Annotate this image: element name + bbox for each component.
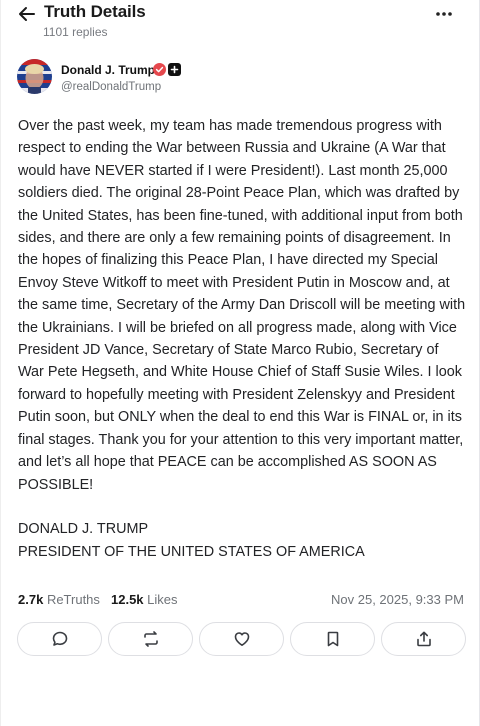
- replies-count: 1101 replies: [43, 25, 108, 39]
- post-body: Over the past week, my team has made tre…: [18, 115, 466, 563]
- more-horizontal-icon: [436, 12, 452, 16]
- retruths-stat[interactable]: 2.7k ReTruths: [18, 592, 100, 607]
- like-button[interactable]: [199, 622, 284, 656]
- bookmark-icon: [327, 631, 338, 647]
- signature-line-2: PRESIDENT OF THE UNITED STATES OF AMERIC…: [18, 543, 365, 560]
- share-button[interactable]: [381, 622, 466, 656]
- back-button[interactable]: [16, 3, 38, 25]
- retruths-label: ReTruths: [46, 592, 100, 607]
- plus-badge-icon: [168, 63, 181, 76]
- author-handle[interactable]: @realDonaldTrump: [61, 81, 161, 93]
- signature-line-1: DONALD J. TRUMP: [18, 521, 149, 538]
- share-icon: [416, 631, 431, 647]
- more-options-button[interactable]: [433, 4, 455, 24]
- heart-icon: [234, 632, 249, 646]
- author-name[interactable]: Donald J. Trump: [61, 63, 155, 77]
- action-bar: [17, 622, 467, 656]
- post-text: Over the past week, my team has made tre…: [18, 118, 466, 493]
- retruths-count: 2.7k: [18, 592, 44, 607]
- likes-stat[interactable]: 12.5k Likes: [111, 592, 178, 607]
- verified-badge-icon: [153, 63, 166, 76]
- likes-count: 12.5k: [111, 592, 144, 607]
- retruth-button[interactable]: [108, 622, 193, 656]
- bookmark-button[interactable]: [290, 622, 375, 656]
- likes-label: Likes: [147, 592, 178, 607]
- page-header: Truth Details 1101 replies: [1, 0, 480, 46]
- post-stats: 2.7k ReTruths 12.5k Likes Nov 25, 2025, …: [18, 592, 466, 610]
- retruth-icon: [143, 631, 158, 647]
- reply-icon: [52, 631, 67, 646]
- page-title: Truth Details: [44, 2, 146, 21]
- avatar-image: [17, 59, 52, 94]
- avatar[interactable]: [17, 59, 52, 94]
- reply-button[interactable]: [17, 622, 102, 656]
- post-timestamp: Nov 25, 2025, 9:33 PM: [331, 592, 464, 607]
- arrow-left-icon: [19, 7, 35, 21]
- truth-details-panel: Truth Details 1101 replies Donald J. Tru…: [0, 0, 480, 726]
